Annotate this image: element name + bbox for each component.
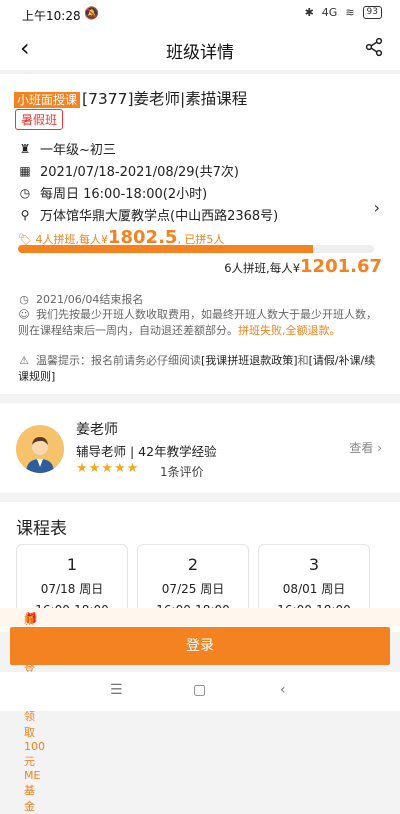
group-buy-next: 6人拼班,每人¥1201.67 [224, 256, 382, 277]
calendar-icon: ▦ [19, 163, 31, 178]
group-progress-bar [18, 245, 374, 253]
person-icon: ♜ [19, 141, 31, 156]
enroll-deadline: ◷ 2021/06/04结束报名 [18, 291, 143, 307]
next-price: 1201.67 [300, 256, 382, 277]
review-count: 1条评价 [160, 465, 204, 479]
teacher-name: 姜老师 [76, 422, 118, 438]
system-back-icon[interactable]: ‹ [280, 682, 286, 698]
rating-stars: ★★★★★ [76, 461, 140, 476]
refund-notice: ☺ 我们先按最少开班人数收取费用，如最终开班人数大于最少开班人数，则在课程结束后一… [18, 307, 378, 339]
grade-text: 一年级~初三 [40, 143, 116, 158]
deadline-text: 2021/06/04结束报名 [36, 293, 144, 306]
clock-icon: ◷ [19, 185, 31, 200]
grade-row: ♜ 一年级~初三 [18, 139, 116, 159]
chevron-right-icon: › [377, 441, 382, 455]
promo-banner: 🎁 新用户登录可领取100元ME基金 [0, 608, 400, 813]
refund-highlight: 拼班失败,全额退款。 [238, 324, 341, 337]
address-row[interactable]: ⚲ 万体馆华鼎大厦教学点(中山西路2368号) [18, 205, 279, 225]
refund-policy-link[interactable]: [我课拼班退款政策] [201, 354, 298, 367]
view-label: 查看 [349, 441, 374, 455]
course-name: [7377]姜老师|素描课程 [82, 90, 248, 108]
top-navbar: ‹ 班级详情 [0, 28, 400, 70]
next-prefix: 6人拼班,每人¥ [224, 261, 301, 275]
warning-icon: ⚠ [19, 354, 29, 367]
session-number: 2 [187, 555, 199, 574]
course-title: 小班面授课 [7377]姜老师|素描课程 [14, 87, 247, 109]
teacher-card[interactable]: 姜老师 辅导老师 | 42年教学经验 ★★★★★ 1条评价 查看 › [0, 403, 400, 493]
page-title: 班级详情 [166, 43, 234, 63]
session-date: 08/01 周日 [282, 582, 346, 596]
battery-icon: 93 [362, 6, 382, 19]
dates-row: ▦ 2021/07/18-2021/08/29(共7次) [18, 161, 239, 181]
smile-icon: ☺ [18, 308, 30, 321]
dates-text: 2021/07/18-2021/08/29(共7次) [40, 165, 239, 180]
status-time: 上午10:28 [22, 9, 81, 23]
time-text: 每周日 16:00-18:00(2小时) [40, 187, 208, 202]
teacher-desc: 辅导老师 | 42年教学经验 [76, 444, 217, 459]
view-teacher-link[interactable]: 查看 › [349, 439, 382, 456]
login-button[interactable]: 登录 [10, 627, 390, 665]
season-badge: 暑假班 [15, 109, 64, 130]
clock-icon: ◷ [19, 293, 29, 306]
location-pin-icon: ⚲ [20, 207, 30, 222]
tip-text: 温馨提示：报名前请务必仔细阅读 [36, 354, 201, 367]
session-number: 1 [66, 555, 78, 574]
signal-icon: 4G [321, 6, 338, 19]
reminder-tip: ⚠ 温馨提示：报名前请务必仔细阅读[我课拼班退款政策]和[请假/补课/续课规则] [18, 353, 378, 385]
mute-icon: 🔕 [84, 6, 99, 20]
status-icons: ✱ 4G ≋ 93 [305, 6, 382, 19]
session-date: 07/18 周日 [40, 582, 104, 596]
wifi-icon: ≋ [345, 6, 355, 19]
schedule-title: 课程表 [16, 519, 67, 539]
chevron-right-icon[interactable]: › [374, 198, 380, 217]
avatar [16, 425, 64, 473]
time-row: ◷ 每周日 16:00-18:00(2小时) [18, 183, 208, 203]
home-icon[interactable]: ▢ [193, 682, 206, 698]
session-number: 3 [308, 555, 320, 574]
tip-and: 和 [297, 354, 309, 367]
class-type-tag: 小班面授课 [14, 92, 81, 108]
system-navbar: ☰ ▢ ‹ [0, 672, 400, 711]
course-info-card: 小班面授课 [7377]姜老师|素描课程 暑假班 ♜ 一年级~初三 ▦ 2021/… [0, 74, 400, 394]
address-text: 万体馆华鼎大厦教学点(中山西路2368号) [40, 209, 279, 224]
bluetooth-icon: ✱ [304, 6, 314, 19]
session-date: 07/25 周日 [161, 582, 225, 596]
menu-icon[interactable]: ☰ [110, 682, 123, 698]
status-bar: 上午10:28 🔕 ✱ 4G ≋ 93 [0, 0, 400, 28]
share-icon[interactable] [364, 37, 384, 57]
group-progress-fill [18, 245, 314, 253]
